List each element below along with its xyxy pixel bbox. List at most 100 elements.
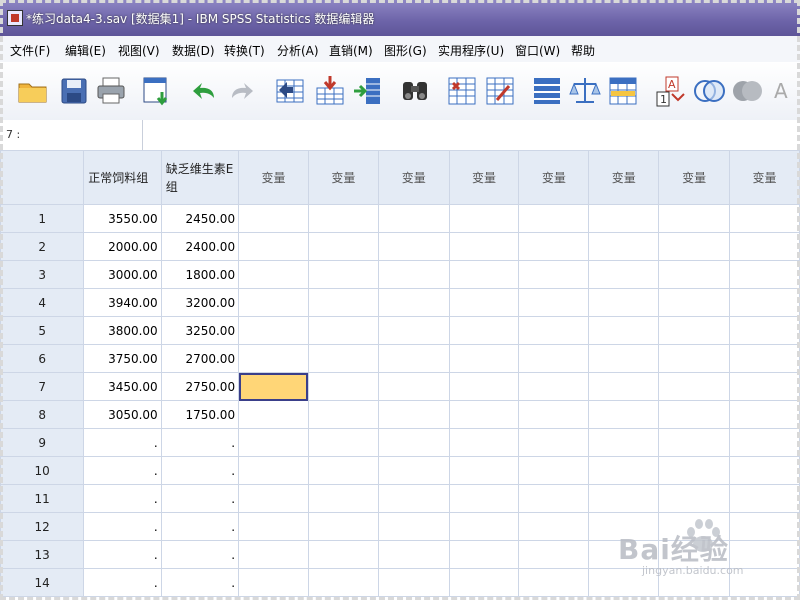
empty-cell[interactable]: [307, 484, 379, 513]
row-header[interactable]: 12: [0, 512, 85, 541]
data-cell[interactable]: 3450.00: [83, 372, 162, 401]
empty-cell[interactable]: [518, 372, 590, 401]
empty-cell[interactable]: [729, 316, 800, 345]
empty-cell[interactable]: [448, 204, 520, 233]
column-header[interactable]: 变量: [658, 150, 731, 205]
value-labels-icon[interactable]: A1: [654, 74, 688, 108]
empty-cell[interactable]: [238, 204, 309, 233]
weight-cases-icon[interactable]: [568, 74, 602, 108]
row-header[interactable]: 5: [0, 316, 85, 345]
empty-cell[interactable]: [588, 540, 660, 569]
empty-cell[interactable]: [307, 512, 379, 541]
empty-cell[interactable]: [377, 316, 450, 345]
row-header[interactable]: 6: [0, 344, 85, 373]
undo-icon[interactable]: [188, 74, 222, 108]
empty-cell[interactable]: [377, 400, 450, 429]
data-cell[interactable]: 1800.00: [160, 260, 240, 289]
menu-window[interactable]: 窗口(W): [515, 42, 560, 59]
insert-cases-icon[interactable]: [445, 74, 479, 108]
empty-cell[interactable]: [729, 512, 800, 541]
empty-cell[interactable]: [238, 260, 309, 289]
empty-cell[interactable]: [658, 260, 731, 289]
row-header[interactable]: 1: [0, 204, 85, 233]
column-header[interactable]: 变量: [588, 150, 660, 205]
empty-cell[interactable]: [377, 260, 450, 289]
menu-direct-marketing[interactable]: 直销(M): [329, 42, 373, 59]
data-cell[interactable]: .: [160, 568, 240, 597]
empty-cell[interactable]: [307, 372, 379, 401]
empty-cell[interactable]: [588, 288, 660, 317]
empty-cell[interactable]: [518, 512, 590, 541]
row-header[interactable]: 2: [0, 232, 85, 261]
empty-cell[interactable]: [238, 428, 309, 457]
data-cell[interactable]: 1750.00: [160, 400, 240, 429]
menu-graphs[interactable]: 图形(G): [384, 42, 427, 59]
data-cell[interactable]: 3200.00: [160, 288, 240, 317]
empty-cell[interactable]: [238, 540, 309, 569]
empty-cell[interactable]: [377, 540, 450, 569]
column-header[interactable]: 变量: [448, 150, 520, 205]
empty-cell[interactable]: [518, 232, 590, 261]
empty-cell[interactable]: [658, 372, 731, 401]
empty-cell[interactable]: [307, 260, 379, 289]
empty-cell[interactable]: [658, 204, 731, 233]
menu-data[interactable]: 数据(D): [172, 42, 215, 59]
menu-analyze[interactable]: 分析(A): [277, 42, 319, 59]
redo-icon[interactable]: [224, 74, 258, 108]
use-sets-icon[interactable]: [692, 74, 726, 108]
column-header[interactable]: 变量: [377, 150, 450, 205]
show-all-variables-icon[interactable]: [730, 74, 764, 108]
data-cell[interactable]: .: [160, 484, 240, 513]
empty-cell[interactable]: [518, 400, 590, 429]
empty-cell[interactable]: [658, 288, 731, 317]
empty-cell[interactable]: [588, 456, 660, 485]
menu-transform[interactable]: 转换(T): [224, 42, 265, 59]
empty-cell[interactable]: [238, 456, 309, 485]
data-cell[interactable]: .: [160, 428, 240, 457]
column-header[interactable]: 正常饲料组: [83, 150, 162, 205]
empty-cell[interactable]: [448, 316, 520, 345]
data-cell[interactable]: .: [160, 456, 240, 485]
empty-cell[interactable]: [238, 232, 309, 261]
empty-cell[interactable]: [588, 568, 660, 597]
empty-cell[interactable]: [658, 512, 731, 541]
empty-cell[interactable]: [448, 260, 520, 289]
empty-cell[interactable]: [729, 288, 800, 317]
data-cell[interactable]: 3050.00: [83, 400, 162, 429]
column-header[interactable]: 变量: [238, 150, 309, 205]
empty-cell[interactable]: [307, 288, 379, 317]
empty-cell[interactable]: [658, 484, 731, 513]
empty-cell[interactable]: [448, 540, 520, 569]
data-cell[interactable]: 3250.00: [160, 316, 240, 345]
split-file-icon[interactable]: [530, 74, 564, 108]
insert-variable-icon[interactable]: [483, 74, 517, 108]
open-folder-icon[interactable]: [16, 74, 50, 108]
row-header[interactable]: 11: [0, 484, 85, 513]
empty-cell[interactable]: [448, 400, 520, 429]
data-cell[interactable]: .: [83, 512, 162, 541]
data-cell[interactable]: .: [83, 568, 162, 597]
empty-cell[interactable]: [238, 484, 309, 513]
empty-cell[interactable]: [307, 316, 379, 345]
row-header[interactable]: 13: [0, 540, 85, 569]
empty-cell[interactable]: [377, 232, 450, 261]
empty-cell[interactable]: [238, 344, 309, 373]
empty-cell[interactable]: [729, 400, 800, 429]
select-cases-icon[interactable]: [606, 74, 640, 108]
empty-cell[interactable]: [518, 456, 590, 485]
empty-cell[interactable]: [658, 456, 731, 485]
empty-cell[interactable]: [518, 428, 590, 457]
empty-cell[interactable]: [518, 344, 590, 373]
empty-cell[interactable]: [448, 456, 520, 485]
empty-cell[interactable]: [658, 568, 731, 597]
row-header[interactable]: 14: [0, 568, 85, 597]
empty-cell[interactable]: [307, 344, 379, 373]
empty-cell[interactable]: [377, 372, 450, 401]
empty-cell[interactable]: [448, 512, 520, 541]
data-cell[interactable]: .: [160, 540, 240, 569]
empty-cell[interactable]: [588, 400, 660, 429]
grid-corner[interactable]: [0, 150, 85, 205]
empty-cell[interactable]: [518, 540, 590, 569]
empty-cell[interactable]: [448, 344, 520, 373]
data-cell[interactable]: 2400.00: [160, 232, 240, 261]
